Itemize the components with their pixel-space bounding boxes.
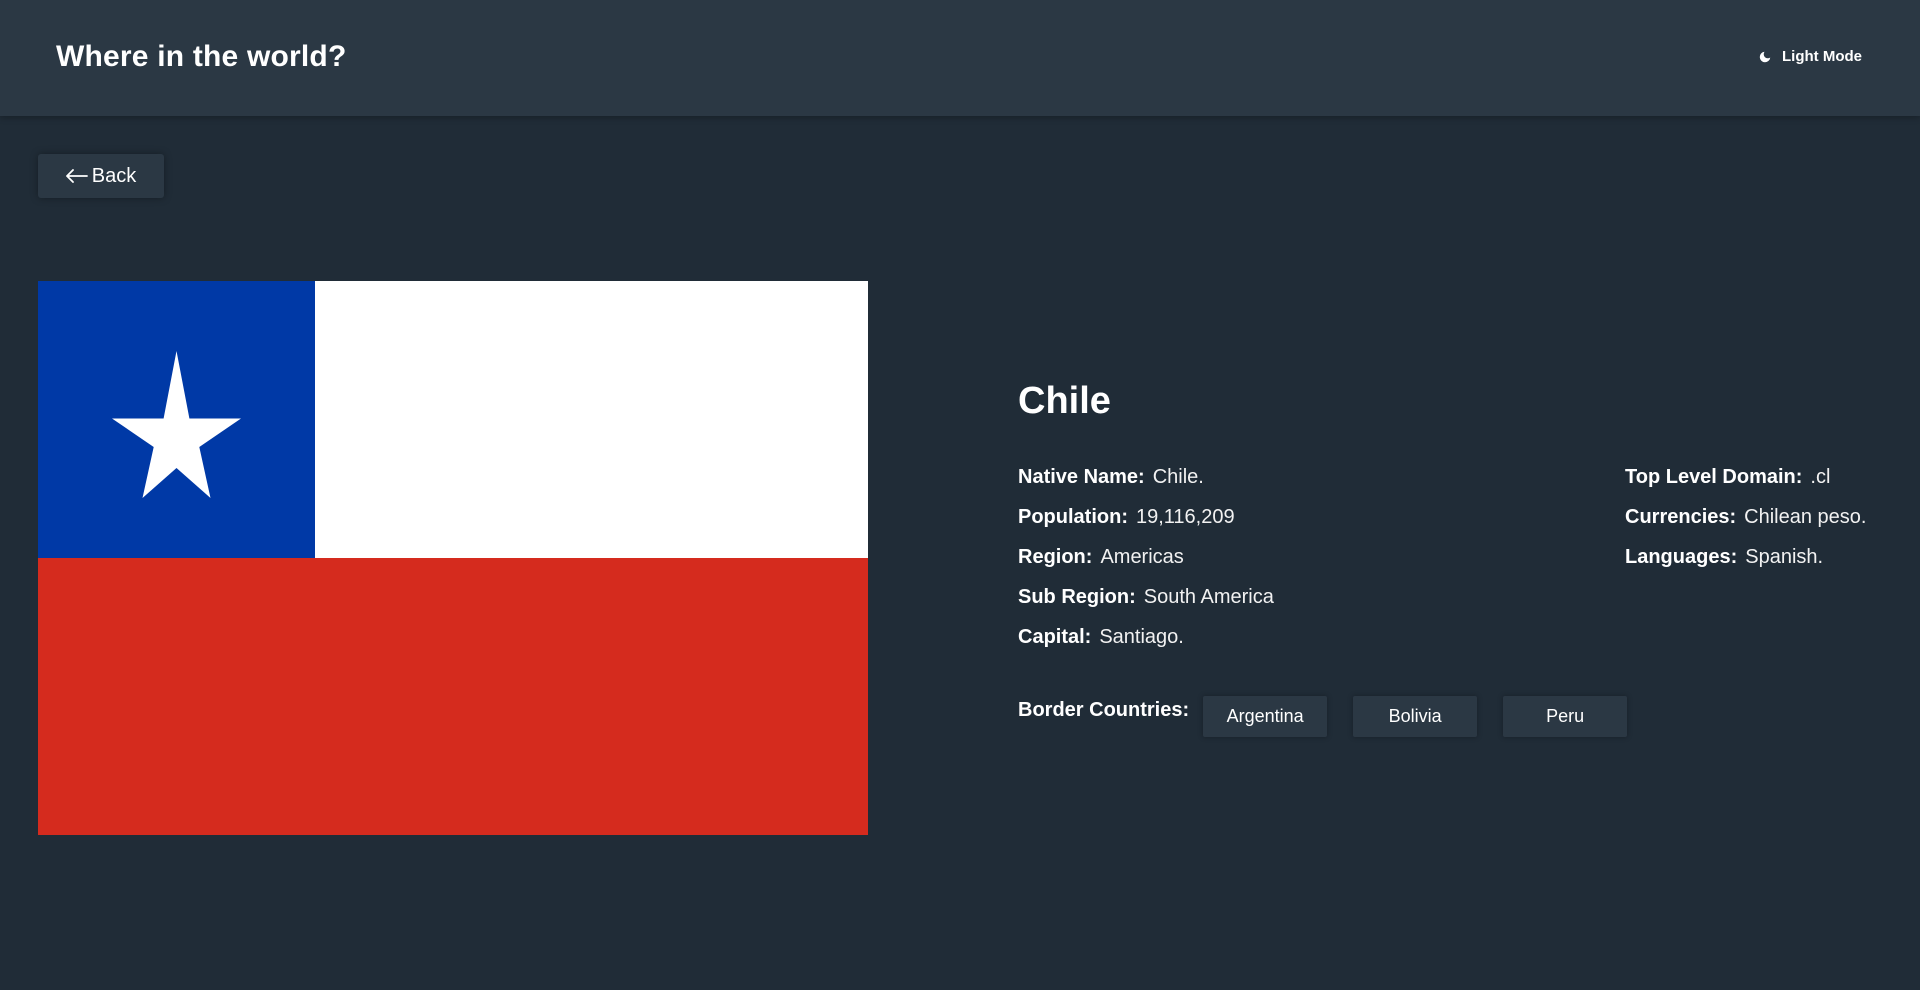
flag-red-band bbox=[38, 558, 868, 835]
detail-value: 19,116,209 bbox=[1135, 506, 1235, 528]
detail-value: Americas bbox=[1100, 546, 1184, 568]
detail-value: Santiago. bbox=[1099, 626, 1184, 648]
theme-toggle-label: Light Mode bbox=[1782, 48, 1862, 65]
detail-row-population: Population: 19,116,209 bbox=[1018, 504, 1274, 544]
detail-value: South America bbox=[1143, 586, 1274, 608]
detail-label: Native Name: bbox=[1018, 466, 1145, 488]
border-countries-section: Border Countries: Argentina Bolivia Peru bbox=[1018, 696, 1653, 737]
country-name: Chile bbox=[1018, 380, 1111, 422]
detail-row-capital: Capital: Santiago. bbox=[1018, 624, 1274, 664]
detail-value: .cl bbox=[1810, 466, 1831, 488]
detail-row-native-name: Native Name: Chile. bbox=[1018, 464, 1274, 504]
arrow-left-icon bbox=[65, 169, 88, 183]
detail-label: Currencies: bbox=[1625, 506, 1737, 528]
back-button-label: Back bbox=[91, 164, 137, 187]
detail-value: Spanish. bbox=[1745, 546, 1824, 568]
detail-label: Population: bbox=[1018, 506, 1128, 528]
detail-row-sub-region: Sub Region: South America bbox=[1018, 584, 1274, 624]
border-country-button[interactable]: Argentina bbox=[1203, 696, 1328, 737]
moon-icon bbox=[1759, 51, 1771, 62]
detail-value: Chile. bbox=[1152, 466, 1204, 488]
country-flag-image bbox=[38, 281, 868, 835]
border-countries-label: Border Countries: bbox=[1018, 699, 1190, 721]
detail-label: Region: bbox=[1018, 546, 1093, 568]
detail-label: Sub Region: bbox=[1018, 586, 1136, 608]
border-country-button[interactable]: Peru bbox=[1503, 696, 1628, 737]
detail-label: Capital: bbox=[1018, 626, 1092, 648]
detail-row-region: Region: Americas bbox=[1018, 544, 1274, 584]
detail-label: Top Level Domain: bbox=[1625, 466, 1803, 488]
detail-value: Chilean peso. bbox=[1744, 506, 1867, 528]
detail-row-currencies: Currencies: Chilean peso. bbox=[1625, 504, 1866, 544]
details-column-left: Native Name: Chile. Population: 19,116,209… bbox=[1018, 464, 1274, 664]
detail-row-top-level-domain: Top Level Domain: .cl bbox=[1625, 464, 1866, 504]
detail-label: Languages: bbox=[1625, 546, 1738, 568]
theme-toggle-button[interactable]: Light Mode bbox=[1758, 48, 1862, 65]
app-title: Where in the world? bbox=[56, 40, 347, 73]
details-column-right: Top Level Domain: .cl Currencies: Chilean … bbox=[1625, 464, 1866, 584]
border-country-button[interactable]: Bolivia bbox=[1353, 696, 1478, 737]
detail-row-languages: Languages: Spanish. bbox=[1625, 544, 1866, 584]
top-header: Where in the world? Light Mode bbox=[0, 0, 1920, 116]
back-button[interactable]: Back bbox=[38, 154, 164, 198]
